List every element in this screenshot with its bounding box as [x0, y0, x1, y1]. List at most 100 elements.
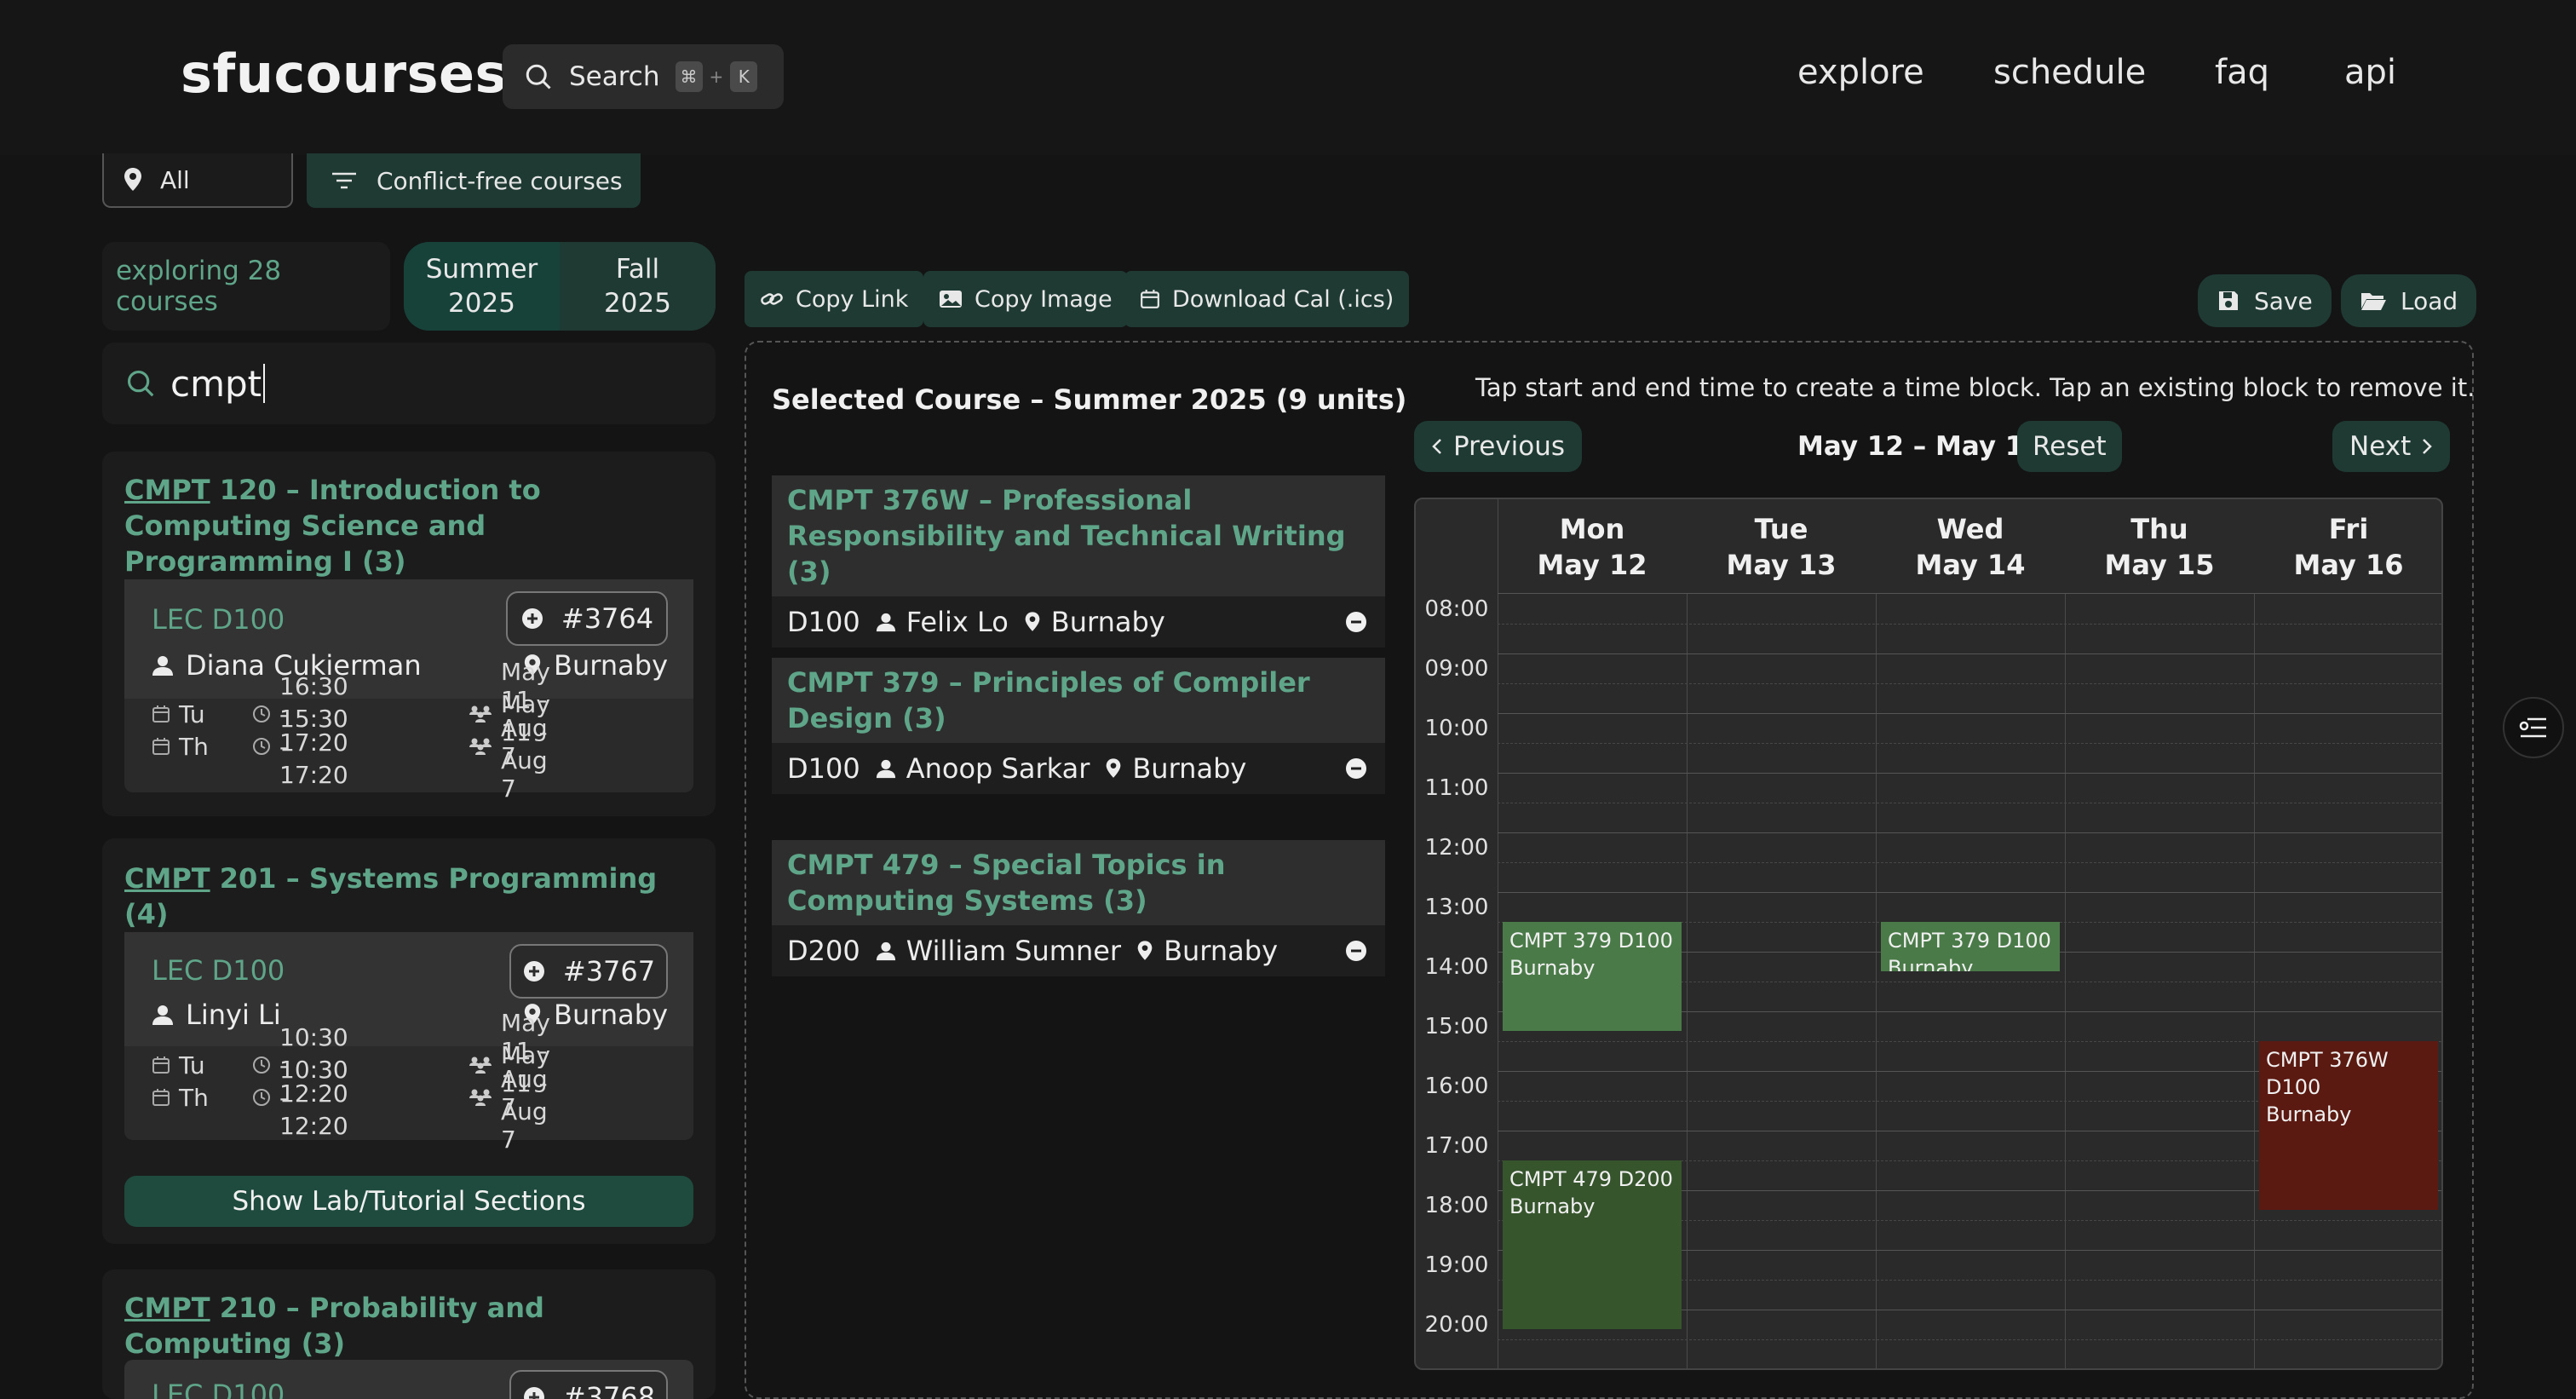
previous-label: Previous — [1453, 431, 1566, 462]
day-header-thu: Thu May 15 — [2065, 511, 2254, 583]
next-week-button[interactable]: Next — [2332, 421, 2451, 472]
person-icon — [876, 612, 896, 632]
add-section-button[interactable]: #3764 — [506, 591, 668, 646]
day-column-divider — [1687, 593, 1688, 1368]
day-name: Tue — [1754, 513, 1808, 545]
floating-menu-button[interactable] — [2503, 697, 2564, 758]
event-title: CMPT 479 D200 — [1509, 1167, 1673, 1191]
course-code-link[interactable]: CMPT — [124, 1292, 210, 1324]
course-code-link[interactable]: CMPT — [124, 862, 210, 895]
chevron-left-icon — [1431, 437, 1443, 456]
dates-cell: May 11 - Aug 7 — [469, 690, 550, 803]
selected-course-details: D100 Anoop Sarkar Burnaby — [772, 743, 1385, 794]
campus-filter-dropdown[interactable]: All — [102, 153, 293, 208]
nav-link-explore[interactable]: explore — [1797, 53, 1924, 92]
nav-link-api[interactable]: api — [2344, 53, 2396, 92]
term-year: 2025 — [448, 288, 515, 319]
person-icon — [876, 758, 896, 779]
location-pin-icon — [1105, 757, 1122, 780]
remove-course-icon[interactable] — [1344, 610, 1368, 634]
copy-image-button[interactable]: Copy Image — [923, 271, 1128, 327]
calendar-event[interactable]: CMPT 379 D100 Burnaby — [1503, 922, 1682, 1032]
person-icon — [152, 654, 174, 676]
save-label: Save — [2254, 286, 2313, 315]
day-date: May 15 — [2104, 549, 2215, 581]
location-name: Burnaby — [554, 999, 668, 1031]
header-divider — [1498, 593, 2441, 594]
text-caret — [263, 364, 266, 403]
search-icon — [523, 61, 554, 92]
plus-circle-icon — [522, 959, 546, 983]
exploring-count-text: exploring 28 courses — [116, 256, 282, 317]
half-hour-line — [1498, 683, 2441, 684]
nav-link-schedule[interactable]: schedule — [1993, 53, 2146, 92]
day-name: Mon — [1559, 513, 1625, 545]
copy-link-label: Copy Link — [796, 285, 909, 313]
calendar-event[interactable]: CMPT 379 D100 Burnaby — [1881, 922, 2060, 972]
calendar-event[interactable]: CMPT 376W D100 Burnaby — [2259, 1041, 2438, 1211]
term-fall-2025[interactable]: Fall 2025 — [560, 242, 716, 331]
conflict-free-filter-button[interactable]: Conflict-free courses — [307, 153, 641, 208]
previous-week-button[interactable]: Previous — [1414, 421, 1583, 472]
day-column-divider — [1876, 593, 1877, 1368]
show-lab-tutorial-button[interactable]: Show Lab/Tutorial Sections — [124, 1176, 693, 1227]
course-section: LEC D100 #3768 — [124, 1360, 693, 1399]
hour-line — [1498, 832, 2441, 833]
day-name: Thu — [2130, 513, 2188, 545]
plus-circle-icon — [520, 607, 544, 630]
course-card: CMPT 210 – Probability and Computing (3)… — [102, 1269, 716, 1399]
add-section-button[interactable]: #3767 — [509, 944, 668, 999]
load-button[interactable]: Load — [2341, 274, 2477, 327]
event-title: CMPT 376W D100 — [2266, 1048, 2389, 1099]
selected-instructor: Anoop Sarkar — [906, 752, 1090, 785]
remove-course-icon[interactable] — [1344, 757, 1368, 780]
selected-section: D100 — [787, 606, 860, 638]
add-section-button[interactable]: #3768 — [509, 1370, 668, 1399]
hour-label: 11:00 — [1424, 775, 1489, 801]
event-location: Burnaby — [1509, 1195, 1596, 1218]
course-code-link[interactable]: CMPT — [124, 474, 210, 506]
hour-line — [1498, 892, 2441, 893]
remove-course-icon[interactable] — [1344, 939, 1368, 963]
course-section: LEC D100 #3767 Linyi Li Burnaby Tu 10:30… — [124, 932, 693, 1154]
selected-location: Burnaby — [1132, 752, 1247, 785]
event-title: CMPT 379 D100 — [1888, 929, 2051, 953]
hour-label: 18:00 — [1424, 1193, 1489, 1218]
global-search-button[interactable]: Search ⌘ + K — [503, 44, 784, 109]
event-location: Burnaby — [1509, 956, 1596, 980]
clock-icon — [252, 1088, 271, 1107]
filter-icon — [331, 170, 358, 191]
calendar-icon — [152, 737, 170, 756]
event-location: Burnaby — [1888, 956, 1974, 972]
copy-link-button[interactable]: Copy Link — [745, 271, 924, 327]
nav-link-faq[interactable]: faq — [2215, 53, 2269, 92]
download-cal-button[interactable]: Download Cal (.ics) — [1124, 271, 1410, 327]
hour-line — [1498, 773, 2441, 774]
people-icon — [469, 737, 492, 756]
hour-label: 16:00 — [1424, 1074, 1489, 1099]
course-card: CMPT 201 – Systems Programming (4) LEC D… — [102, 838, 716, 1244]
calendar-icon — [152, 1056, 170, 1074]
reset-week-button[interactable]: Reset — [2017, 421, 2122, 472]
course-card: CMPT 120 – Introduction to Computing Sci… — [102, 452, 716, 816]
selected-course-details: D100 Felix Lo Burnaby — [772, 596, 1385, 648]
selected-instructor: William Sumner — [906, 935, 1122, 967]
save-button[interactable]: Save — [2198, 274, 2332, 327]
course-search-input[interactable]: cmpt — [102, 343, 716, 424]
site-logo[interactable]: sfucourses — [181, 43, 507, 105]
week-calendar[interactable]: Mon May 12 Tue May 13 Wed May 14 Thu May 15 … — [1414, 498, 2443, 1370]
course-title: CMPT 201 – Systems Programming (4) — [124, 861, 704, 932]
day-name: Fri — [2328, 513, 2369, 545]
section-type: LEC D100 — [152, 603, 285, 636]
term-summer-2025[interactable]: Summer 2025 — [404, 242, 560, 331]
hour-label: 17:00 — [1424, 1133, 1489, 1159]
day-header-mon: Mon May 12 — [1498, 511, 1687, 583]
day-cell: Th — [152, 733, 209, 761]
hour-label: 15:00 — [1424, 1014, 1489, 1039]
section-type: LEC D100 — [152, 1379, 285, 1399]
hour-label: 08:00 — [1424, 596, 1489, 622]
people-icon — [469, 1088, 492, 1107]
link-icon — [760, 290, 784, 308]
calendar-event[interactable]: CMPT 479 D200 Burnaby — [1503, 1160, 1682, 1330]
calendar-hint: Tap start and end time to create a time … — [1475, 373, 2475, 402]
